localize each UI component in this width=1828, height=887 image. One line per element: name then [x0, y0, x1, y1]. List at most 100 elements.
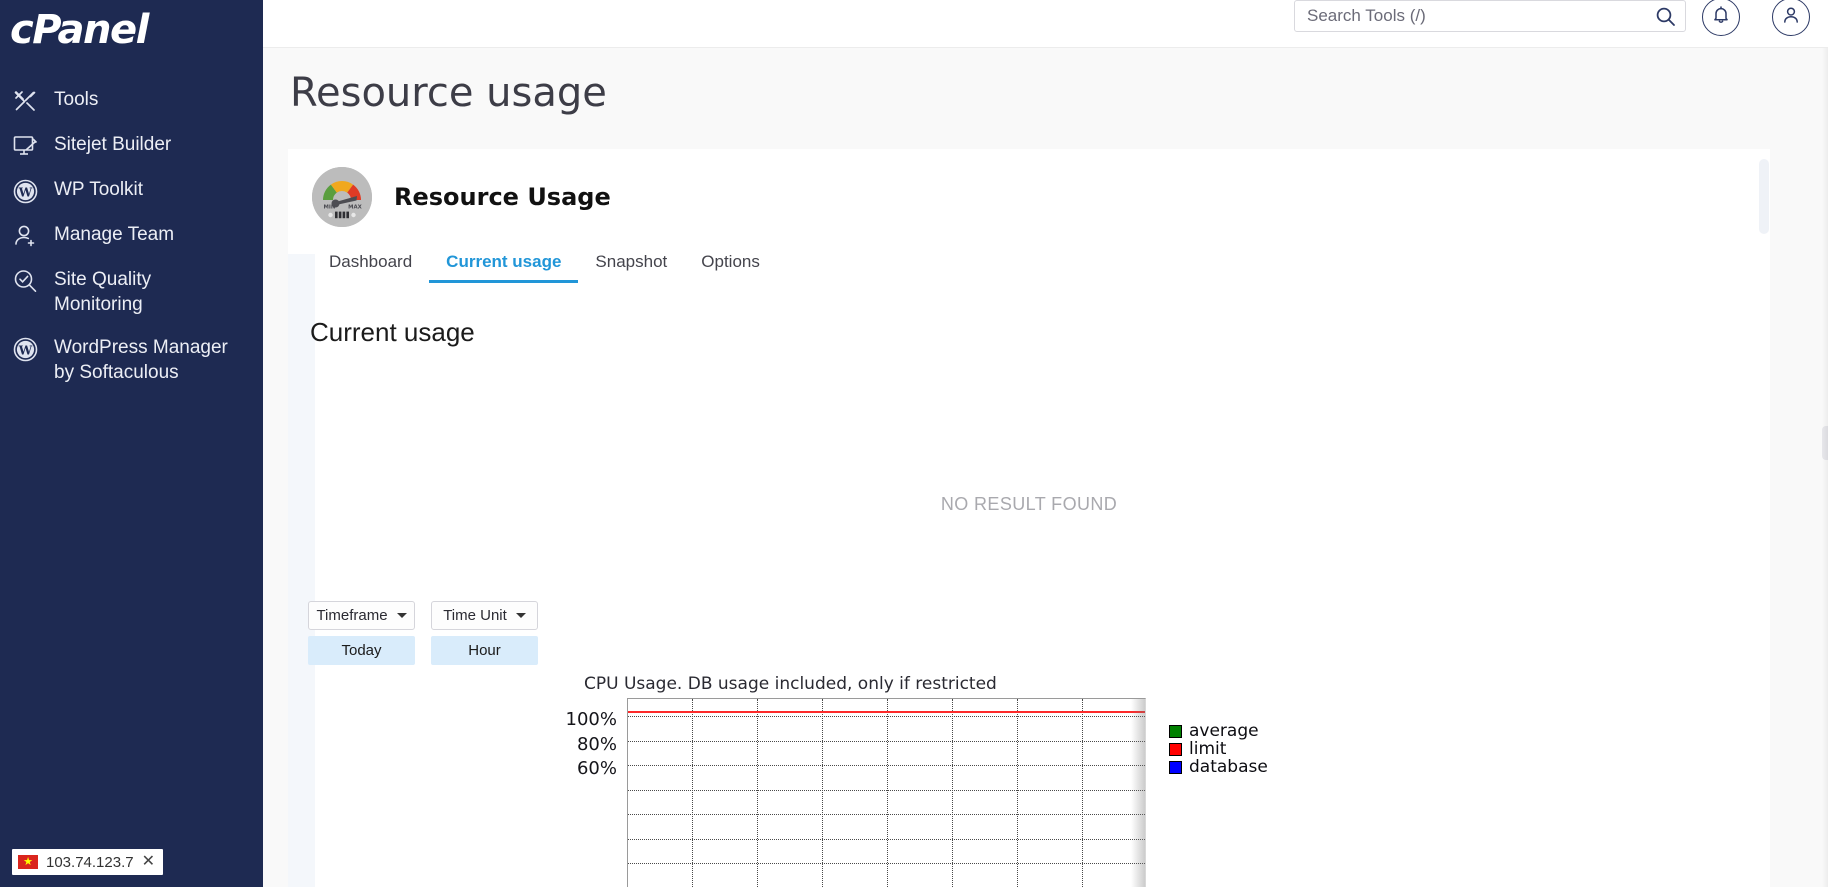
tab-options[interactable]: Options: [684, 246, 777, 283]
legend-label: limit: [1189, 739, 1227, 759]
chart-plot-area: [627, 698, 1146, 887]
chart-gridline-v: [822, 699, 823, 887]
chart-gridline-h: [628, 839, 1145, 840]
chart-inner: 100% 80% 60% average limit database: [533, 698, 1268, 887]
chart-gridline-v: [1017, 699, 1018, 887]
bell-icon: [1712, 5, 1730, 29]
page-title: Resource usage: [290, 70, 607, 116]
resource-usage-gauge-icon: MIN MAX: [312, 167, 372, 227]
search-button[interactable]: [1645, 1, 1685, 31]
chart-gridline-v: [757, 699, 758, 887]
ip-address-text: 103.74.123.7: [46, 853, 134, 871]
cpu-usage-chart: CPU Usage. DB usage included, only if re…: [288, 674, 1770, 887]
legend-label: database: [1189, 757, 1268, 777]
legend-item: database: [1169, 758, 1268, 776]
page-content: Resource usage MIN MAX Resource Usage Da…: [263, 48, 1828, 887]
timeframe-dropdown[interactable]: Timeframe: [308, 601, 415, 630]
app-root: cPanel Tools Sitejet Builder W WP Toolki…: [0, 0, 1828, 887]
svg-text:W: W: [17, 343, 32, 357]
chart-gridline-v: [692, 699, 693, 887]
topbar: [263, 0, 1828, 48]
time-unit-dropdown[interactable]: Time Unit: [431, 601, 538, 630]
timeframe-selected-value[interactable]: Today: [308, 636, 415, 665]
tab-current-usage[interactable]: Current usage: [429, 246, 579, 283]
sidebar-item-wp-toolkit[interactable]: W WP Toolkit: [0, 168, 263, 213]
legend-item: limit: [1169, 740, 1268, 758]
chart-filters: Timeframe Today Time Unit Hour: [308, 601, 538, 665]
account-button[interactable]: [1772, 0, 1810, 36]
sidebar-item-manage-team[interactable]: Manage Team: [0, 213, 263, 258]
legend-swatch-database: [1169, 760, 1182, 774]
chart-edge-fade: [1131, 699, 1145, 887]
sidebar-item-label: WordPress Manager by Softaculous: [54, 337, 228, 383]
tab-dashboard[interactable]: Dashboard: [312, 246, 429, 283]
app-header: MIN MAX Resource Usage: [312, 167, 611, 227]
chart-limit-line: [628, 711, 1145, 713]
sidebar-item-label: Tools: [54, 89, 99, 110]
legend-label: average: [1189, 721, 1259, 741]
chart-gridline-h: [628, 741, 1145, 742]
y-axis-tick: 80%: [576, 734, 617, 755]
vietnam-flag-icon: ★: [18, 855, 38, 869]
tab-snapshot[interactable]: Snapshot: [578, 246, 684, 283]
timeframe-filter: Timeframe Today: [308, 601, 415, 665]
chevron-down-icon: [515, 613, 526, 618]
cpanel-logo[interactable]: cPanel: [10, 6, 190, 54]
sidebar-nav: Tools Sitejet Builder W WP Toolkit Manag…: [0, 78, 263, 394]
legend-item: average: [1169, 722, 1268, 740]
time-unit-label: Time Unit: [443, 607, 507, 624]
sidebar-item-site-quality-monitoring[interactable]: Site Quality Monitoring: [0, 258, 263, 326]
chart-gridline-v: [952, 699, 953, 887]
y-axis-tick: 60%: [576, 758, 617, 779]
card-scrollbar[interactable]: [1758, 149, 1770, 887]
timeframe-label: Timeframe: [316, 607, 388, 624]
resource-usage-card: MIN MAX Resource Usage Dashboard Current…: [288, 149, 1770, 887]
sidebar-item-label: Sitejet Builder: [54, 134, 172, 155]
chart-legend: average limit database: [1169, 722, 1268, 776]
svg-text:MIN: MIN: [324, 205, 336, 211]
chart-title: CPU Usage. DB usage included, only if re…: [584, 674, 997, 694]
search-input[interactable]: [1295, 6, 1645, 26]
search-bar[interactable]: [1294, 0, 1686, 32]
cpanel-logo-text: cPanel: [10, 7, 149, 53]
wordpress-icon: W: [12, 178, 38, 204]
sidebar-item-label: Manage Team: [54, 224, 175, 245]
sidebar-item-tools[interactable]: Tools: [0, 78, 263, 123]
sidebar-item-label: Site Quality Monitoring: [54, 269, 152, 315]
wordpress-icon: W: [12, 336, 38, 362]
chart-gridline-h: [628, 790, 1145, 791]
y-axis-tick: 100%: [565, 709, 617, 730]
magnifier-check-icon: [12, 268, 38, 294]
chart-gridline-v: [1082, 699, 1083, 887]
notifications-button[interactable]: [1702, 0, 1740, 36]
card-scrollbar-thumb[interactable]: [1759, 159, 1769, 234]
monitor-pencil-icon: [12, 133, 38, 159]
time-unit-selected-value[interactable]: Hour: [431, 636, 538, 665]
close-icon[interactable]: ✕: [142, 854, 155, 870]
tools-icon: [12, 88, 38, 114]
sidebar-item-sitejet-builder[interactable]: Sitejet Builder: [0, 123, 263, 168]
sidebar-item-label: WP Toolkit: [54, 179, 144, 200]
tab-bar: Dashboard Current usage Snapshot Options: [312, 246, 777, 283]
section-title: Current usage: [310, 317, 475, 347]
chart-gridline-h: [628, 716, 1145, 717]
page-scroll-nub[interactable]: [1822, 426, 1828, 460]
sidebar-item-wordpress-manager[interactable]: W WordPress Manager by Softaculous: [0, 326, 263, 394]
user-icon: [1782, 6, 1800, 29]
svg-text:MAX: MAX: [348, 205, 363, 211]
empty-state-message: NO RESULT FOUND: [940, 494, 1118, 514]
ip-badge: ★ 103.74.123.7 ✕: [12, 849, 163, 875]
chart-gridline-h: [628, 765, 1145, 766]
legend-swatch-average: [1169, 724, 1182, 738]
chart-gridline-v: [887, 699, 888, 887]
legend-swatch-limit: [1169, 742, 1182, 756]
page-edge-shadow: [1822, 48, 1828, 887]
chevron-down-icon: [396, 613, 407, 618]
chart-gridline-h: [628, 863, 1145, 864]
user-plus-icon: [12, 223, 38, 249]
chart-gridline-h: [628, 814, 1145, 815]
sidebar: cPanel Tools Sitejet Builder W WP Toolki…: [0, 0, 263, 887]
chart-y-axis: 100% 80% 60%: [533, 698, 617, 887]
svg-text:W: W: [17, 185, 32, 199]
app-title: Resource Usage: [394, 183, 611, 211]
